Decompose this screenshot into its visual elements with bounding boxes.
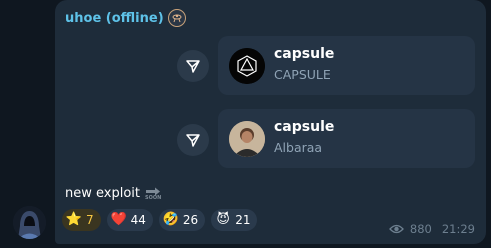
sender-name[interactable]: uhoe (offline) bbox=[65, 11, 164, 26]
soon-label: SOON bbox=[145, 194, 162, 201]
reaction-count: 26 bbox=[182, 213, 199, 227]
forward-button[interactable] bbox=[177, 124, 209, 156]
contact-subtitle: Albaraa bbox=[274, 140, 323, 155]
message-body: new exploit bbox=[65, 186, 140, 201]
avatar[interactable] bbox=[13, 206, 46, 239]
shared-contact-card[interactable]: capsule Albaraa bbox=[218, 109, 475, 168]
contact-subtitle: CAPSULE bbox=[274, 67, 331, 82]
reaction-heart[interactable]: ❤️ 44 bbox=[106, 209, 153, 231]
forward-button[interactable] bbox=[177, 50, 209, 82]
send-icon bbox=[186, 134, 200, 147]
heart-icon: ❤️ bbox=[110, 212, 127, 227]
message-text: new exploit SOON bbox=[65, 186, 161, 201]
rofl-emoji-icon: 🤣 bbox=[162, 212, 180, 227]
reactions-bar: ⭐ 7 ❤️ 44 🤣 26 😈 21 bbox=[62, 209, 258, 231]
reaction-star[interactable]: ⭐ 7 bbox=[62, 209, 101, 231]
reaction-count: 21 bbox=[235, 213, 251, 227]
contact-title: capsule bbox=[274, 119, 335, 135]
send-icon bbox=[186, 60, 200, 73]
message-time: 21:29 bbox=[441, 222, 475, 236]
shared-contact-card[interactable]: capsule CAPSULE bbox=[218, 36, 475, 95]
alien-spaceship-icon bbox=[167, 9, 186, 27]
reaction-rofl[interactable]: 🤣 26 bbox=[158, 209, 206, 231]
chat-window: uhoe (offline) capsule CAPSULE capsule A… bbox=[0, 0, 491, 248]
soon-tag: SOON bbox=[145, 187, 161, 201]
reaction-count: 7 bbox=[86, 213, 94, 227]
hooded-figure-avatar-icon bbox=[13, 206, 46, 239]
sender-header[interactable]: uhoe (offline) bbox=[65, 9, 186, 27]
reaction-devil[interactable]: 😈 21 bbox=[211, 209, 258, 231]
eye-icon bbox=[389, 224, 404, 234]
geometric-logo-icon bbox=[229, 48, 265, 84]
contact-title: capsule bbox=[274, 46, 335, 62]
reaction-count: 44 bbox=[130, 213, 146, 227]
person-photo-icon bbox=[229, 121, 265, 157]
view-count: 880 bbox=[409, 222, 432, 236]
message-meta: 880 21:29 bbox=[389, 222, 475, 236]
star-icon: ⭐ bbox=[65, 212, 83, 227]
devil-emoji-icon: 😈 bbox=[216, 212, 230, 227]
